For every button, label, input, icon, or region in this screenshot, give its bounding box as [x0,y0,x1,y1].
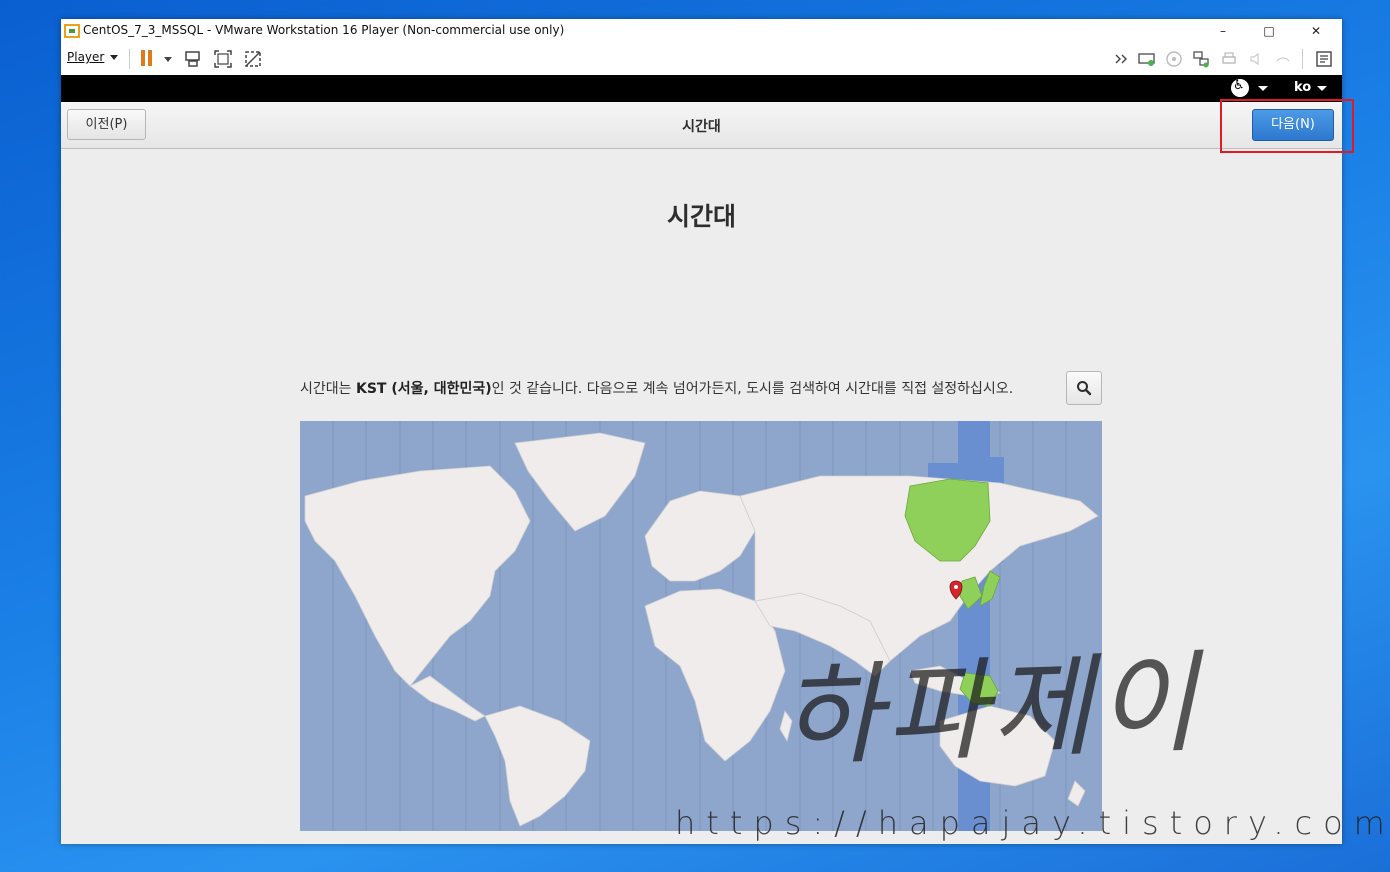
double-chevron-right-icon[interactable] [1112,49,1132,69]
header-title: 시간대 [682,119,721,135]
watermark-url: https://hapajay.tistory.com/ [675,804,1390,842]
window-title: CentOS_7_3_MSSQL - VMware Workstation 16… [83,23,565,37]
city-search-button[interactable] [1066,371,1102,405]
language-indicator[interactable]: ko [1294,80,1311,95]
cd-dvd-icon[interactable] [1164,49,1184,69]
hard-disk-icon[interactable] [1137,49,1157,69]
sound-card-icon[interactable] [1247,49,1267,69]
maximize-button[interactable]: □ [1246,19,1292,43]
message-log-icon[interactable] [1314,49,1334,69]
accessibility-icon[interactable] [1231,78,1249,97]
chevron-down-icon [110,55,119,60]
accessibility-chevron-down-icon[interactable] [1258,86,1268,91]
player-toolbar: Player [61,43,1342,76]
search-icon [1077,381,1092,396]
timezone-message: 시간대는 KST (서울, 대한민국)인 것 같습니다. 다음으로 계속 넘어가… [300,378,1013,398]
timezone-message-prefix: 시간대는 [300,381,356,397]
player-menu-label: Player [67,50,105,64]
close-button[interactable]: ✕ [1293,19,1339,43]
pause-menu-chevron-icon[interactable] [164,57,172,62]
send-ctrl-alt-del-icon[interactable] [183,49,203,69]
toolbar-divider [129,49,130,69]
minimize-button[interactable]: – [1200,19,1246,43]
fullscreen-icon[interactable] [213,49,233,69]
vmware-window: CentOS_7_3_MSSQL - VMware Workstation 16… [61,19,1354,844]
toolbar-divider [1302,49,1303,69]
pause-icon[interactable] [139,49,159,69]
detected-timezone: KST (서울, 대한민국) [355,381,492,397]
language-chevron-down-icon[interactable] [1317,86,1327,91]
page-title: 시간대 [666,202,736,231]
usb-icon[interactable] [1273,49,1293,69]
timezone-message-suffix: 인 것 같습니다. 다음으로 계속 넘어가든지, 도시를 검색하여 시간대를 직… [491,381,1014,397]
installer-screen: 이전(P) 시간대 다음(N) 시간대 시간대는 KST (서울, 대한민국)인… [61,99,1354,844]
title-bar: CentOS_7_3_MSSQL - VMware Workstation 16… [61,19,1342,43]
printer-icon[interactable] [1219,49,1239,69]
guest-top-bar: ko [61,75,1342,102]
annotation-highlight-box [1220,99,1354,153]
world-map-graphic [304,421,1099,831]
timezone-map[interactable] [300,421,1102,831]
network-adapter-icon[interactable] [1191,49,1211,69]
unity-mode-icon[interactable] [243,49,263,69]
player-menu-button[interactable]: Player [67,50,119,64]
installer-headerbar: 이전(P) 시간대 다음(N) [61,99,1354,153]
vmware-logo-icon [64,24,80,38]
